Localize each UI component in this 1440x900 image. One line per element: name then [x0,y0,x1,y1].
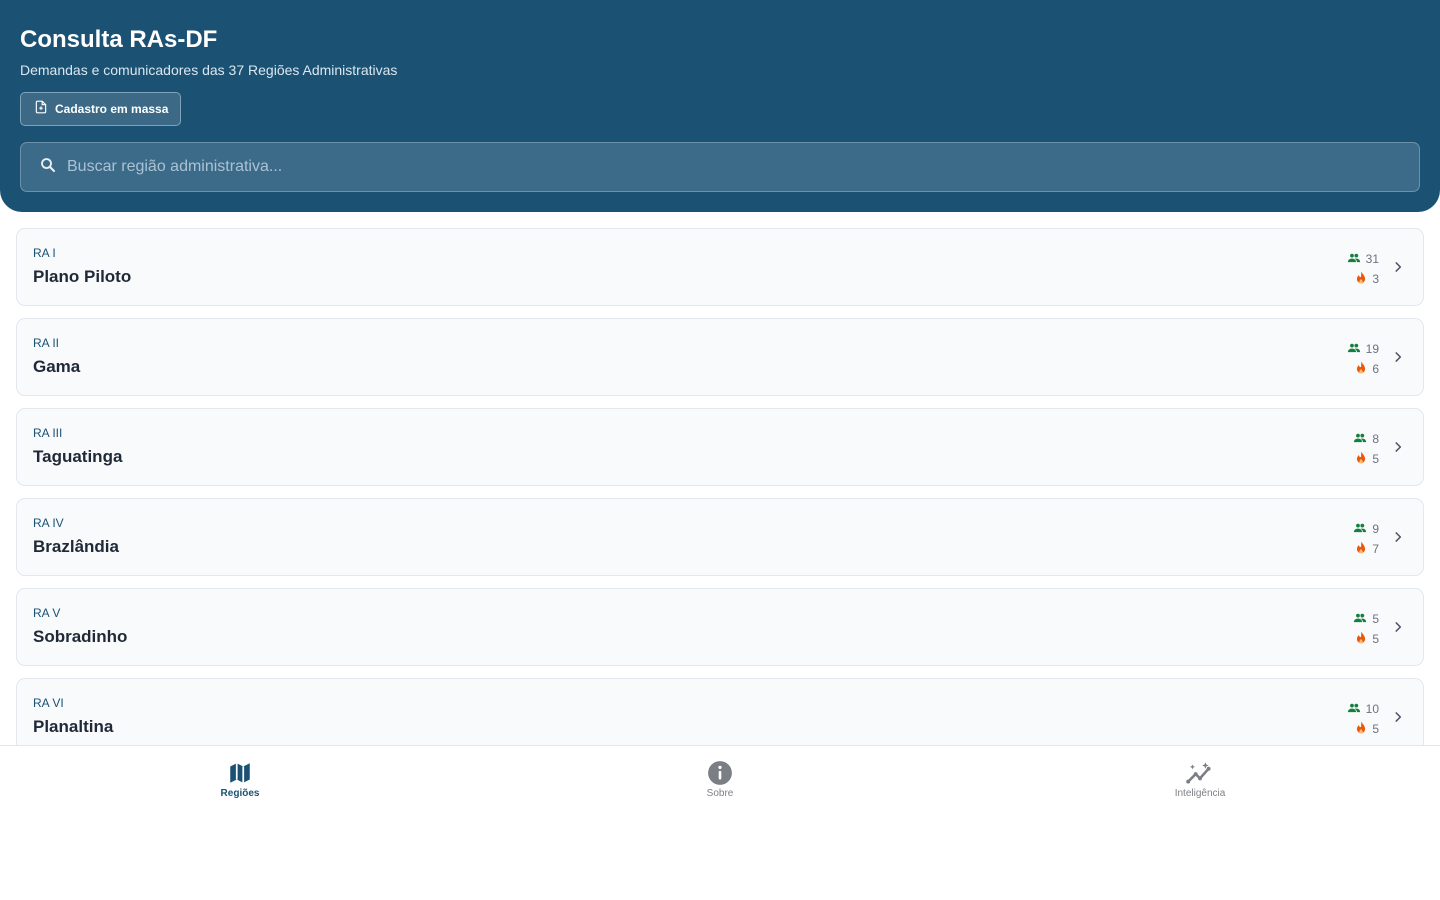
region-stats: 19 6 [1319,339,1379,379]
nav-label-regioes: Regiões [220,788,260,799]
communicators-count: 10 [1365,702,1379,716]
region-code: RA I [33,246,56,260]
region-code: RA IV [33,516,64,530]
insights-icon [1140,760,1260,786]
page-title: Consulta RAs-DF [20,26,218,53]
region-card[interactable]: RA IV Brazlândia 9 7 [16,498,1424,576]
nav-label-inteligencia: Inteligência [1174,788,1226,799]
nav-item-sobre[interactable]: Sobre [660,760,780,800]
region-card[interactable]: RA V Sobradinho 5 5 [16,588,1424,666]
demands-stat: 7 [1319,539,1379,559]
region-stats: 85 [1319,429,1379,469]
people-icon [1353,521,1367,538]
region-stats: 31 3 [1319,249,1379,289]
bulk-register-label: Cadastro em massa [55,102,169,116]
people-icon [1347,251,1361,268]
communicators-stat: 10 [1319,699,1379,719]
region-stats: 55 [1319,609,1379,649]
fire-icon [1355,631,1367,648]
region-name: Brazlândia [33,537,119,556]
fire-icon [1355,541,1367,558]
nav-label-sobre: Sobre [706,788,734,799]
page-subtitle: Demandas e comunicadores das 37 Regiões … [20,62,398,78]
demands-count: 7 [1372,542,1379,556]
region-stats: 10 5 [1319,699,1379,739]
region-code: RA II [33,336,60,350]
fire-icon [1355,451,1367,468]
communicators-stat: 8 [1319,429,1379,449]
demands-stat: 5 [1319,449,1379,469]
communicators-count: 19 [1365,342,1379,356]
people-icon [1347,341,1361,358]
info-icon [660,760,780,786]
file-add-icon [34,100,48,119]
chevron-right-icon [1391,709,1405,730]
chevron-right-icon [1391,349,1405,370]
region-code: RA VI [33,696,64,710]
map-icon [180,760,300,786]
region-card[interactable]: RA II Gama 19 6 [16,318,1424,396]
chevron-right-icon [1391,529,1405,550]
demands-count: 5 [1372,722,1379,736]
search-icon [39,156,57,179]
communicators-count: 5 [1372,612,1379,626]
region-name: Taguatinga [33,447,123,466]
demands-stat: 6 [1319,359,1379,379]
demands-count: 3 [1372,272,1379,286]
fire-icon [1355,361,1367,378]
communicators-stat: 5 [1319,609,1379,629]
communicators-stat: 31 [1319,249,1379,269]
demands-stat: 3 [1319,269,1379,289]
demands-count: 6 [1372,362,1379,376]
region-stats: 97 [1319,519,1379,559]
chevron-right-icon [1391,619,1405,640]
communicators-count: 8 [1372,432,1379,446]
demands-count: 5 [1372,452,1379,466]
people-icon [1353,431,1367,448]
search-input[interactable] [67,158,1387,176]
nav-item-inteligencia[interactable]: Inteligência [1140,760,1260,800]
people-icon [1347,701,1361,718]
communicators-stat: 9 [1319,519,1379,539]
nav-item-regioes[interactable]: Regiões [180,760,300,800]
fire-icon [1355,271,1367,288]
communicators-count: 31 [1365,252,1379,266]
demands-stat: 5 [1319,629,1379,649]
app-header: Consulta RAs-DF Demandas e comunicadores… [0,0,1440,212]
demands-stat: 5 [1319,719,1379,739]
region-card[interactable]: RA I Plano Piloto 31 3 [16,228,1424,306]
people-icon [1353,611,1367,628]
region-list: RA I Plano Piloto 31 3 RA II Gama 19 6 RA III Tag… [16,228,1424,745]
search-bar[interactable] [20,142,1420,192]
region-card[interactable]: RA VI Planaltina 10 5 [16,678,1424,745]
region-code: RA III [33,426,63,440]
bottom-navigation: Regiões Sobre Inteligência [0,745,1440,900]
region-name: Plano Piloto [33,267,132,286]
demands-count: 5 [1372,632,1379,646]
region-name: Planaltina [33,717,114,736]
region-name: Sobradinho [33,627,128,646]
chevron-right-icon [1391,259,1405,280]
communicators-stat: 19 [1319,339,1379,359]
chevron-right-icon [1391,439,1405,460]
region-code: RA V [33,606,61,620]
region-name: Gama [33,357,81,376]
bulk-register-button[interactable]: Cadastro em massa [20,92,181,126]
communicators-count: 9 [1372,522,1379,536]
fire-icon [1355,721,1367,738]
region-card[interactable]: RA III Taguatinga 8 5 [16,408,1424,486]
